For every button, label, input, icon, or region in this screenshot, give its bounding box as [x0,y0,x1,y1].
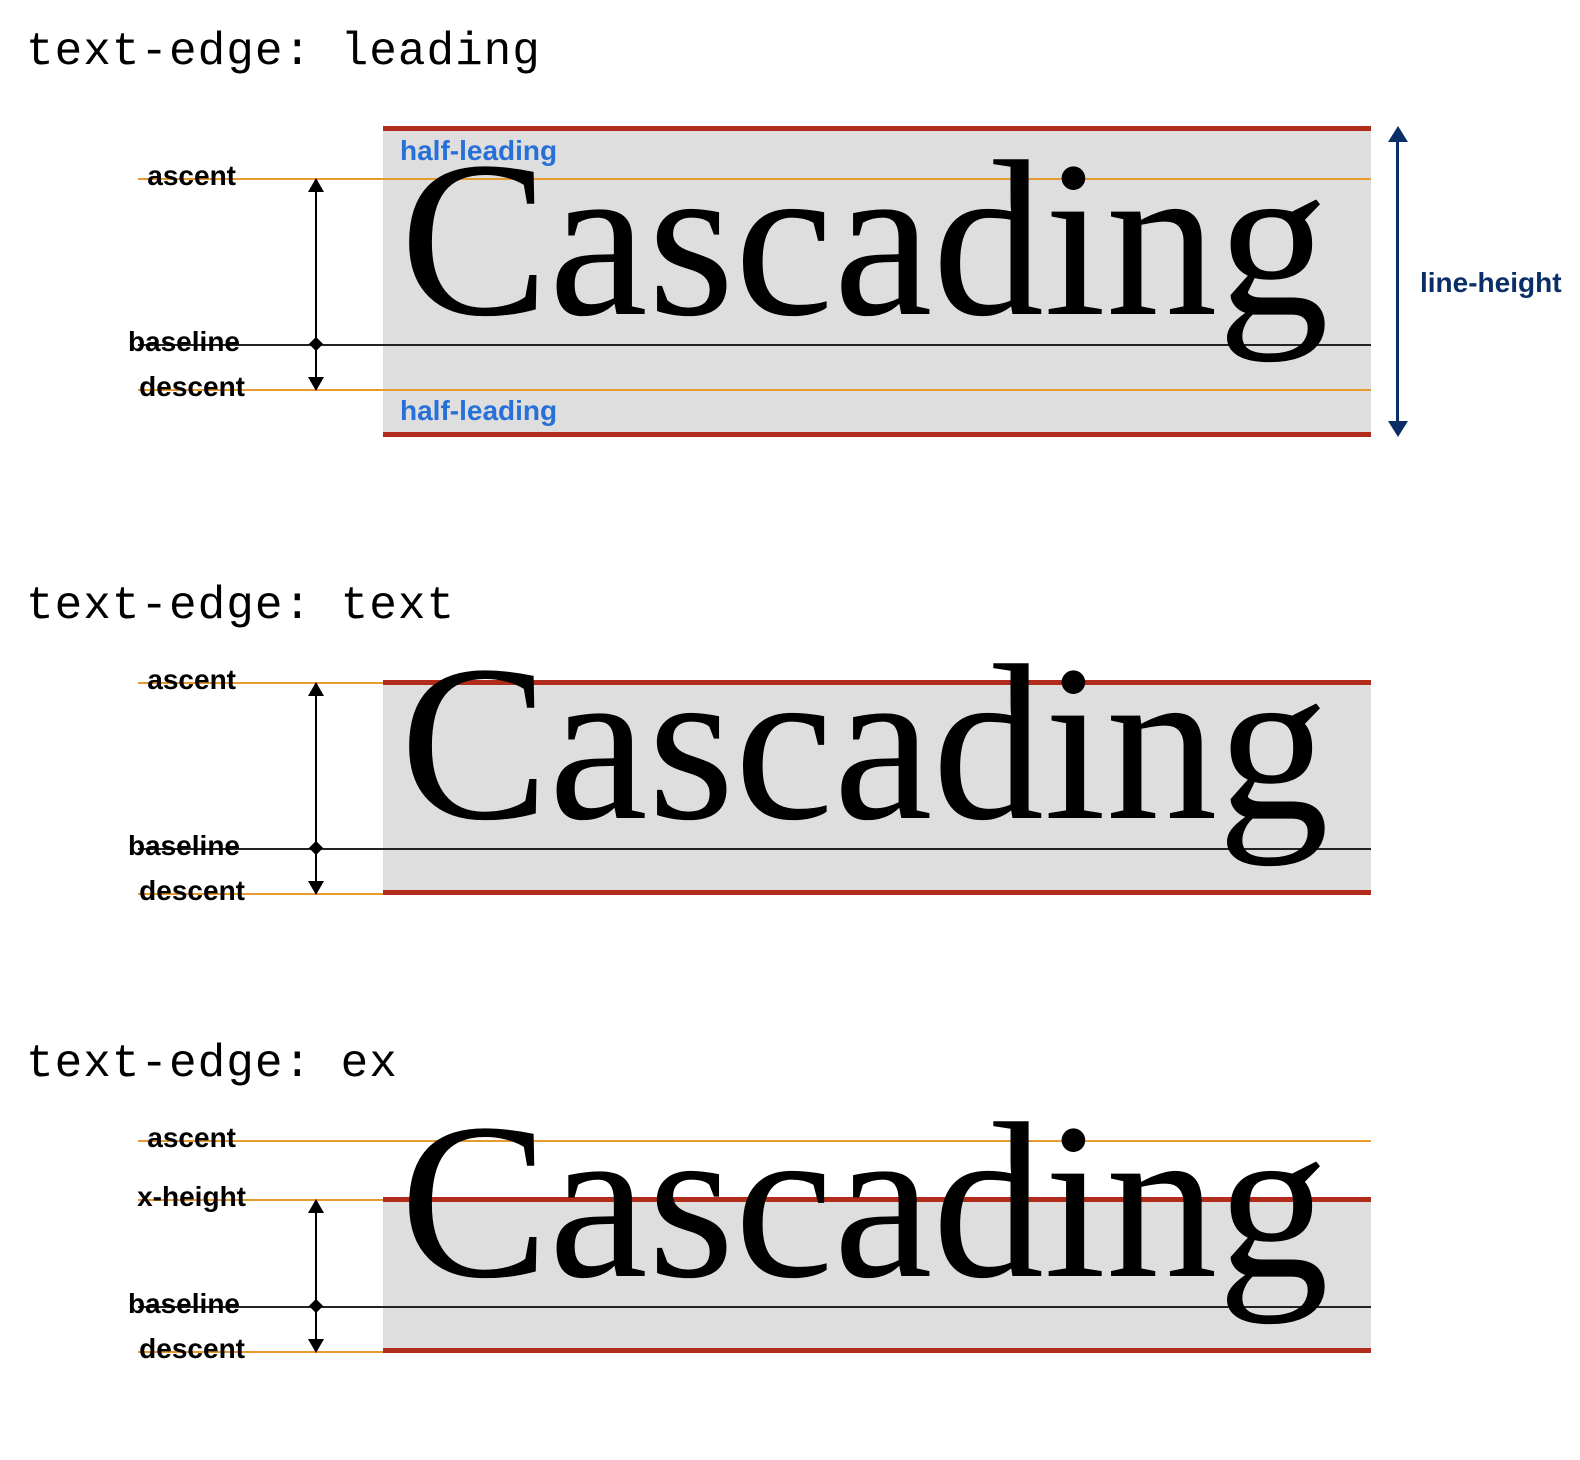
label-ascent-ex: ascent [0,1122,236,1154]
arrow-down-tri-text [308,881,324,895]
title-ex: text-edge: ex [26,1038,398,1090]
arrow-line-height-up [1388,126,1408,142]
sample-ex: Cascading [400,1090,1329,1313]
arrow-up-tri-leading [308,178,324,192]
diamond-baseline-text [309,841,323,855]
label-baseline-leading: baseline [0,326,240,358]
red-bottom-ex [383,1348,1371,1353]
arrow-up-tri-text [308,682,324,696]
diamond-baseline-leading [309,337,323,351]
arrow-down-tri-ex [308,1339,324,1353]
title-text: text-edge: text [26,580,455,632]
label-descent-ex: descent [0,1333,245,1365]
red-bottom-text [383,890,1371,895]
red-bottom-leading [383,432,1371,437]
sample-leading: Cascading [400,128,1329,351]
arrow-down-tri-leading [308,377,324,391]
label-baseline-ex: baseline [0,1288,240,1320]
label-half-leading-bottom: half-leading [400,395,557,427]
diamond-baseline-ex [309,1299,323,1313]
page: text-edge: leading ascent baseline desce… [0,0,1580,1460]
title-leading: text-edge: leading [26,26,541,78]
arrow-up-tri-ex [308,1199,324,1213]
label-ascent-leading: ascent [0,160,236,192]
label-line-height: line-height [1420,267,1562,299]
label-xheight-ex: x-height [0,1181,246,1213]
sample-text: Cascading [400,632,1329,855]
label-descent-leading: descent [0,371,245,403]
label-descent-text: descent [0,875,245,907]
arrow-line-height-down [1388,421,1408,437]
arrow-xheight-descent-ex [315,1209,317,1342]
label-ascent-text: ascent [0,664,236,696]
label-baseline-text: baseline [0,830,240,862]
arrow-line-height [1396,140,1399,424]
